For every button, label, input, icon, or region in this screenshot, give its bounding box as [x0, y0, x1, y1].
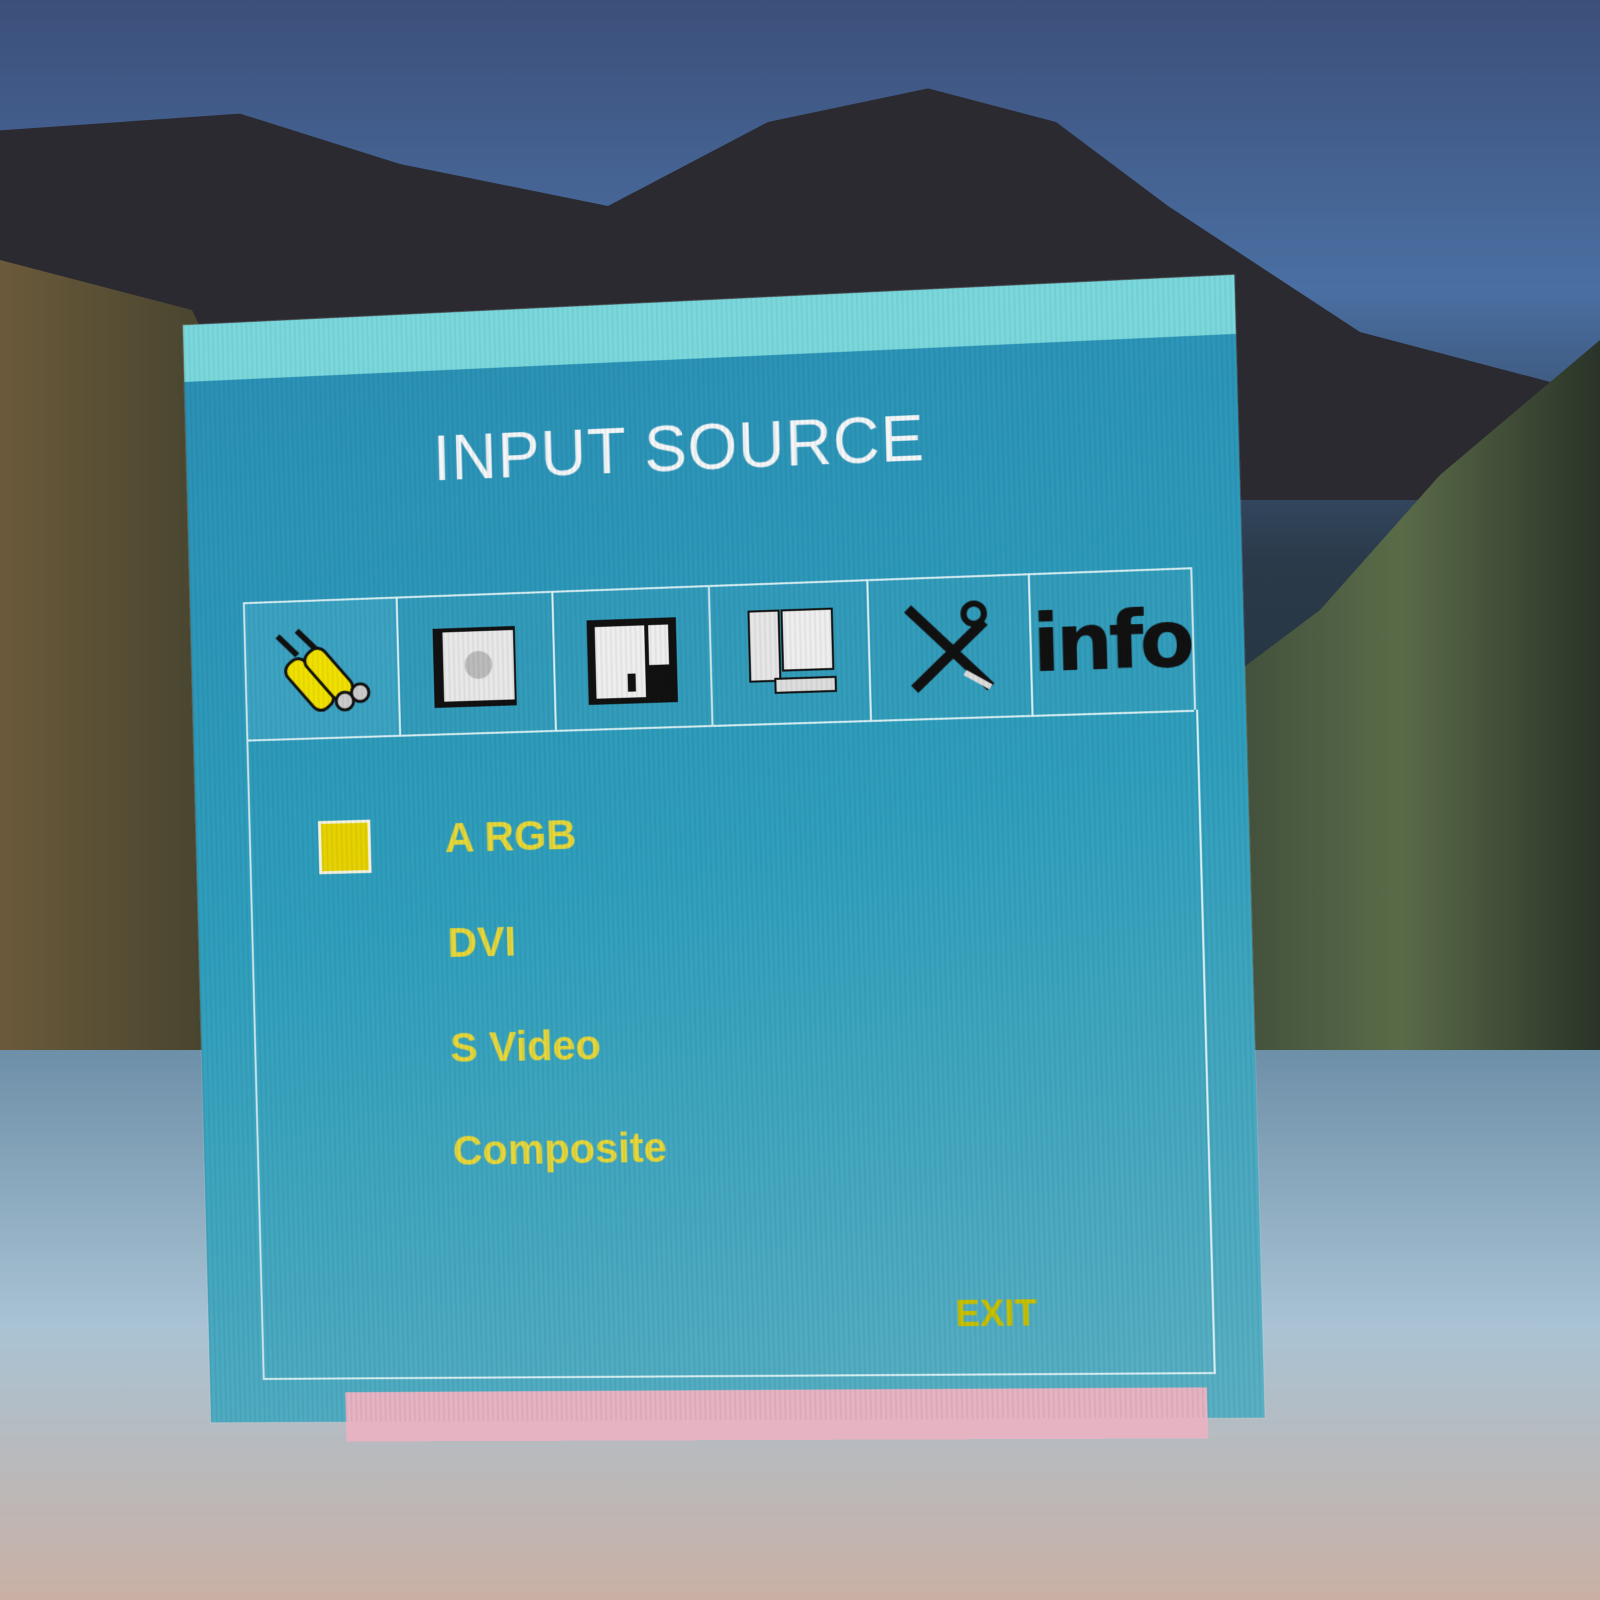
- input-source-list: A RGB DVI S Video Composite EXIT: [246, 709, 1216, 1380]
- input-option-dvi[interactable]: DVI: [447, 918, 517, 967]
- exit-button[interactable]: EXIT: [955, 1292, 1038, 1335]
- rca-cable-icon: [267, 613, 376, 725]
- audio-icon: [586, 617, 678, 705]
- tab-computer[interactable]: [707, 579, 873, 725]
- tab-input-source[interactable]: [242, 596, 402, 740]
- picture-settings-icon: [433, 625, 518, 708]
- input-option-s-video[interactable]: S Video: [450, 1021, 602, 1072]
- osd-menu-panel: INPUT SOURCE info A RGB DVI S Video Comp…: [182, 274, 1265, 1442]
- computer-icon: [733, 596, 846, 710]
- tab-tools[interactable]: [866, 573, 1034, 720]
- tab-picture[interactable]: [395, 590, 557, 735]
- selection-marker: [317, 819, 372, 875]
- input-option-a-rgb[interactable]: A RGB: [444, 811, 577, 862]
- osd-bottom-bar: [345, 1387, 1209, 1442]
- tab-audio[interactable]: [550, 585, 714, 730]
- osd-title: INPUT SOURCE: [432, 401, 926, 495]
- input-option-composite[interactable]: Composite: [452, 1124, 667, 1175]
- info-icon: info: [1031, 593, 1192, 691]
- tools-icon: [892, 590, 1007, 705]
- tab-info[interactable]: info: [1027, 567, 1197, 715]
